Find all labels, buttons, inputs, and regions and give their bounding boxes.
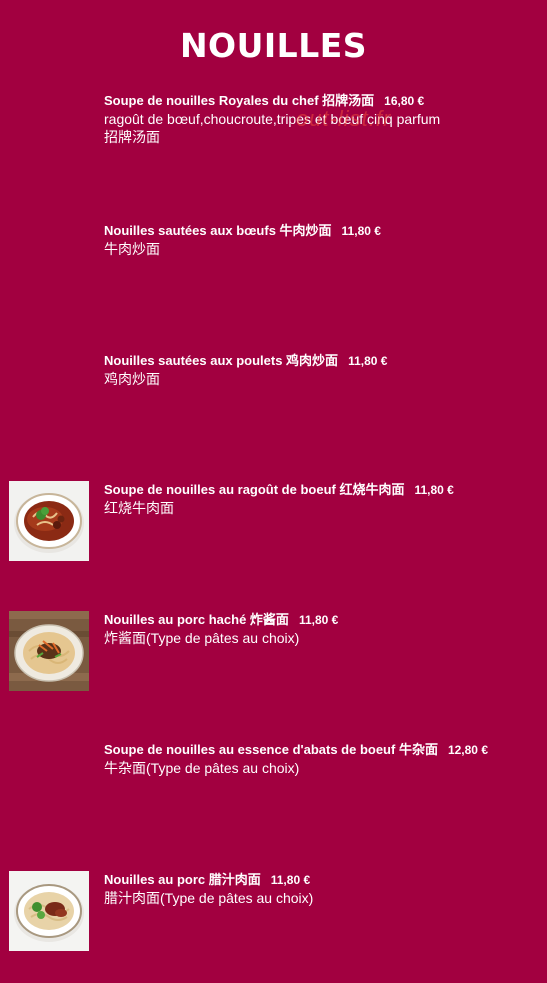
menu-item-description: 鸡肉炒面 xyxy=(104,371,160,387)
menu-item-name-line: Nouilles au porc 腊汁肉面 11,80 € xyxy=(104,871,544,889)
menu-item-name-line: Nouilles au porc haché 炸酱面 11,80 € xyxy=(104,611,544,629)
menu-item-name: Soupe de nouilles au essence d'abats de … xyxy=(104,742,438,757)
menu-item-name-line: Soupe de nouilles au essence d'abats de … xyxy=(104,741,544,759)
menu-item-price: 11,80 € xyxy=(270,873,311,887)
menu-item-price: 11,80 € xyxy=(348,354,388,368)
menu-item-name: Nouilles sautées aux poulets 鸡肉炒面 xyxy=(104,353,339,368)
pork-noodles-photo[interactable] xyxy=(9,871,89,951)
menu-item-description: 炸酱面(Type de pâtes au choix) xyxy=(104,630,300,646)
menu-item-text: Soupe de nouilles au essence d'abats de … xyxy=(104,741,544,777)
menu-item-name-line: Soupe de nouilles Royales du chef 招牌汤面 16… xyxy=(104,92,544,110)
menu-item-description: 红烧牛肉面 xyxy=(104,500,174,516)
menu-item-name: Soupe de nouilles Royales du chef 招牌汤面 xyxy=(104,93,375,108)
menu-item-description: 腊汁肉面(Type de pâtes au choix) xyxy=(104,890,314,906)
menu-item-name-line: Soupe de nouilles au ragoût de boeuf 红烧牛… xyxy=(104,481,544,499)
menu-item-name: Nouilles au porc 腊汁肉面 xyxy=(104,872,261,887)
menu-item-description: 牛肉炒面 xyxy=(104,241,160,257)
menu-item-price: 16,80 € xyxy=(384,94,425,108)
menu-item-name: Nouilles au porc haché 炸酱面 xyxy=(104,612,289,627)
menu-item[interactable]: Soupe de nouilles au essence d'abats de … xyxy=(0,741,547,851)
menu-item[interactable]: Soupe de nouilles Royales du chef 招牌汤面 16… xyxy=(0,92,547,202)
menu-item-text: Nouilles au porc 腊汁肉面 11,80 € 腊汁肉面(Type d… xyxy=(104,871,544,907)
menu-item[interactable]: Nouilles sautées aux bœufs 牛肉炒面 11,80 € 牛… xyxy=(0,222,547,332)
menu-item-name-line: Nouilles sautées aux bœufs 牛肉炒面 11,80 € xyxy=(104,222,544,240)
menu-item-text: Nouilles sautées aux bœufs 牛肉炒面 11,80 € 牛… xyxy=(104,222,544,258)
menu-item[interactable]: Soupe de nouilles au ragoût de boeuf 红烧牛… xyxy=(0,481,547,591)
menu-item-text: Nouilles sautées aux poulets 鸡肉炒面 11,80 €… xyxy=(104,352,544,388)
menu-item-name-line: Nouilles sautées aux poulets 鸡肉炒面 11,80 € xyxy=(104,352,544,370)
beef-noodle-soup-photo[interactable] xyxy=(9,481,89,561)
menu-item[interactable]: Nouilles au porc 腊汁肉面 11,80 € 腊汁肉面(Type d… xyxy=(0,871,547,981)
menu-item-price: 11,80 € xyxy=(414,483,454,497)
menu-item-description: ragoût de bœuf,choucroute,tripes et bœuf… xyxy=(104,111,441,145)
menu-item-price: 11,80 € xyxy=(341,224,381,238)
menu-item[interactable]: Nouilles au porc haché 炸酱面 11,80 € 炸酱面(Ty… xyxy=(0,611,547,721)
menu-item-name: Soupe de nouilles au ragoût de boeuf 红烧牛… xyxy=(104,482,405,497)
menu-item-text: Soupe de nouilles au ragoût de boeuf 红烧牛… xyxy=(104,481,544,517)
menu-item-price: 11,80 € xyxy=(298,613,339,627)
menu-item[interactable]: Nouilles sautées aux poulets 鸡肉炒面 11,80 €… xyxy=(0,352,547,462)
menu-item-text: Nouilles au porc haché 炸酱面 11,80 € 炸酱面(Ty… xyxy=(104,611,544,647)
page-title: NOUILLES xyxy=(179,26,368,65)
zhajiang-noodles-photo[interactable] xyxy=(9,611,89,691)
menu-item-name: Nouilles sautées aux bœufs 牛肉炒面 xyxy=(104,223,332,238)
menu-item-description: 牛杂面(Type de pâtes au choix) xyxy=(104,760,300,776)
menu-item-text: Soupe de nouilles Royales du chef 招牌汤面 16… xyxy=(104,92,544,146)
menu-item-price: 12,80 € xyxy=(447,743,488,757)
